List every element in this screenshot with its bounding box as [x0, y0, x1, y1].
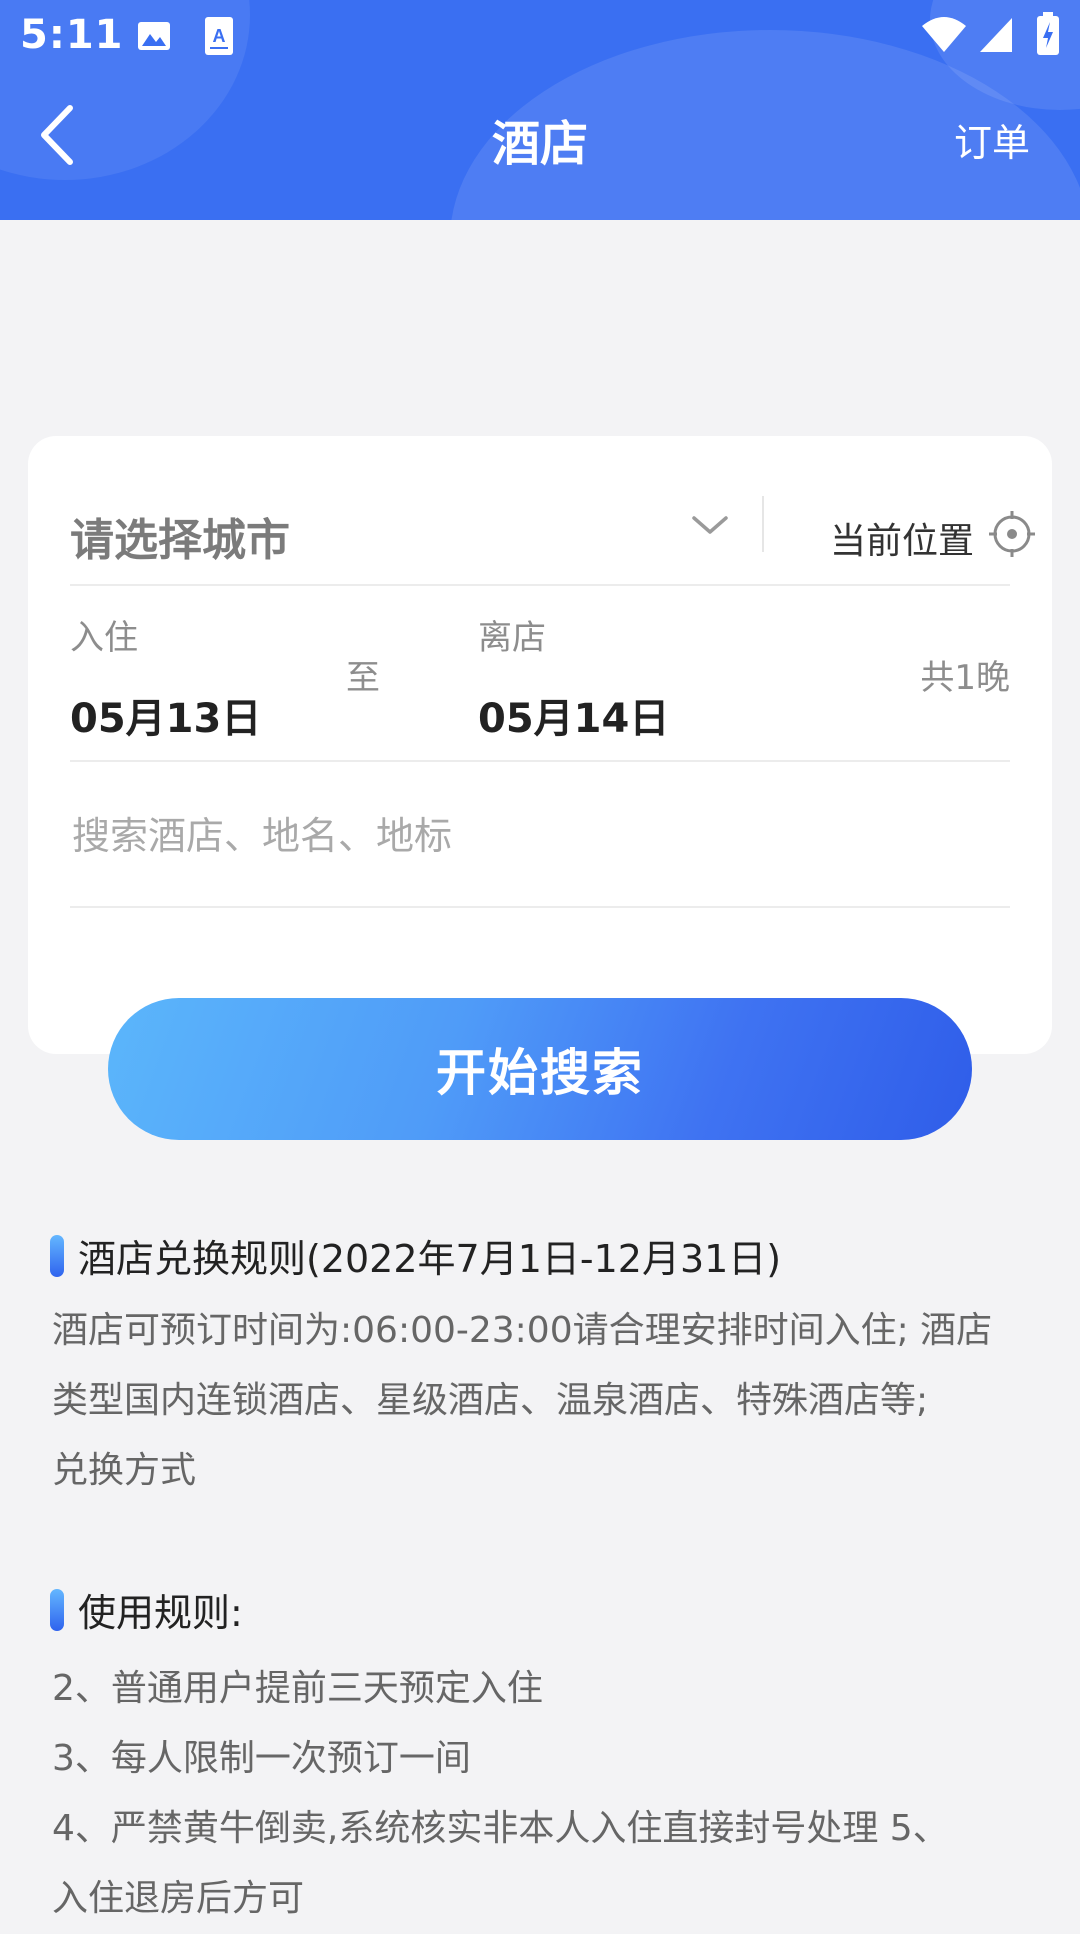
- signal-icon: [980, 18, 1012, 52]
- start-search-button[interactable]: 开始搜索: [108, 998, 972, 1140]
- keyword-search-row: [70, 762, 1010, 908]
- image-icon: [138, 22, 170, 50]
- date-separator: 至: [346, 658, 380, 698]
- orders-link[interactable]: 订单: [954, 112, 1030, 167]
- date-range-row[interactable]: 入住 05月13日 至 离店 05月14日 共1晚: [70, 586, 1010, 762]
- rule-line: 入住退房后方可: [52, 1878, 305, 1919]
- nights-count: 共1晚: [920, 658, 1010, 698]
- checkin-label: 入住: [70, 618, 138, 658]
- checkout-label: 离店: [478, 618, 546, 658]
- usage-rules-text: 2、普通用户提前三天预定入住 3、每人限制一次预订一间 4、严禁黄牛倒卖,系统核…: [52, 1654, 1042, 1934]
- locate-crosshair-icon[interactable]: [988, 510, 1036, 558]
- status-time: 5:11: [20, 12, 124, 58]
- exchange-rules-title: 酒店兑换规则(2022年7月1日-12月31日): [78, 1237, 782, 1281]
- text-scan-icon: A: [205, 17, 233, 55]
- rule-line: 3、每人限制一次预订一间: [52, 1738, 471, 1779]
- rule-line: 4、严禁黄牛倒卖,系统核实非本人入住直接封号处理 5、: [52, 1808, 949, 1849]
- rule-line: 2、普通用户提前三天预定入住: [52, 1668, 543, 1709]
- usage-rules-header: 使用规则:: [50, 1582, 243, 1637]
- chevron-down-icon[interactable]: [690, 510, 730, 540]
- wifi-icon: [922, 17, 966, 52]
- section-accent-bar: [50, 1234, 64, 1277]
- checkin-date[interactable]: 05月13日: [70, 686, 261, 744]
- rule-line: 类型国内连锁酒店、星级酒店、温泉酒店、特殊酒店等;: [52, 1380, 929, 1421]
- city-select[interactable]: 请选择城市: [70, 504, 290, 568]
- svg-text:A: A: [213, 26, 226, 46]
- hotel-search-input[interactable]: [70, 806, 970, 866]
- header: 5:11 A 酒店 订单: [0, 0, 1080, 220]
- rule-line: 酒店可预订时间为:06:00-23:00请合理安排时间入住; 酒店: [52, 1310, 993, 1351]
- checkout-date[interactable]: 05月14日: [478, 686, 669, 744]
- section-accent-bar: [50, 1588, 64, 1631]
- rule-line: 兑换方式: [52, 1450, 197, 1491]
- exchange-rules-text: 酒店可预订时间为:06:00-23:00请合理安排时间入住; 酒店 类型国内连锁…: [52, 1296, 1042, 1506]
- usage-rules-title: 使用规则:: [78, 1591, 243, 1635]
- hotel-search-card: 请选择城市 当前位置 入住 05月13日 至 离店 05月14日 共1晚: [28, 436, 1052, 1054]
- exchange-rules-header: 酒店兑换规则(2022年7月1日-12月31日): [50, 1228, 781, 1283]
- page-title: 酒店: [491, 116, 588, 172]
- current-location-button[interactable]: 当前位置: [830, 512, 974, 564]
- battery-icon: [1037, 12, 1059, 55]
- divider: [762, 496, 764, 552]
- city-selector-row: 请选择城市 当前位置: [70, 466, 1035, 586]
- status-bar: 5:11 A: [0, 0, 1080, 72]
